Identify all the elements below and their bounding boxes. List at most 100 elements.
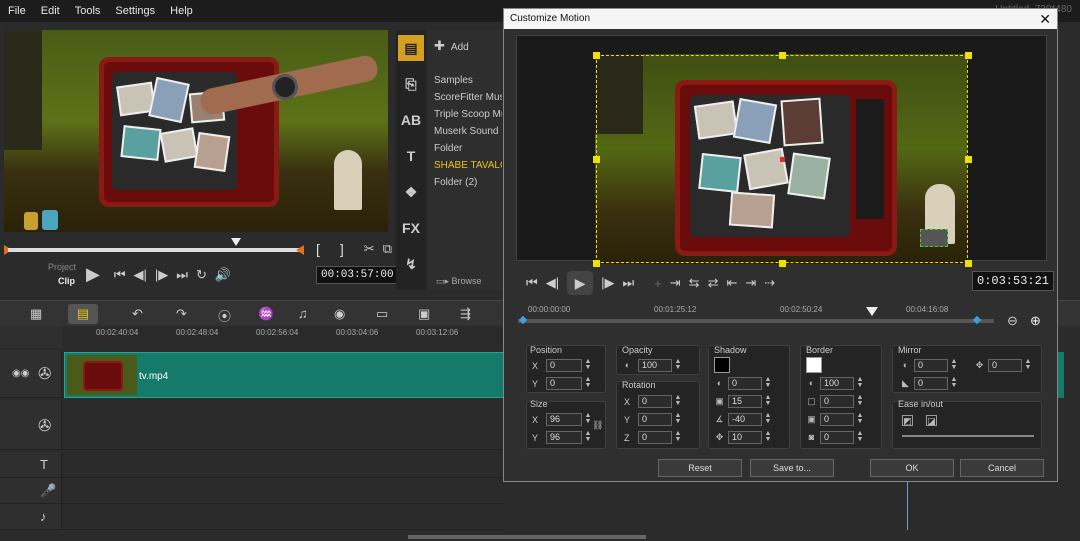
media-icon[interactable]: ▤ — [398, 35, 424, 61]
instant-project-icon[interactable]: ⎘ — [398, 71, 424, 97]
library-item[interactable]: Folder — [428, 140, 502, 157]
sound-mixer-icon[interactable]: ♒ — [258, 306, 274, 322]
end-icon[interactable]: ⏭ — [176, 267, 188, 283]
spinner[interactable]: ▲ ▼ — [855, 430, 865, 444]
spinner[interactable]: ▲ ▼ — [583, 430, 593, 444]
border-round-field[interactable]: 0 — [820, 431, 854, 444]
mark-in-button[interactable]: [ — [316, 241, 320, 257]
title-t-icon[interactable]: T — [398, 143, 424, 169]
spinner[interactable]: ▲ ▼ — [763, 394, 773, 408]
spinner[interactable]: ▲ ▼ — [583, 376, 593, 390]
menu-tools[interactable]: Tools — [75, 5, 101, 17]
undo-icon[interactable]: ↶ — [132, 306, 143, 322]
title-ab-icon[interactable]: AB — [398, 107, 424, 133]
fx-icon[interactable]: FX — [398, 215, 424, 241]
resize-handle[interactable] — [965, 156, 972, 163]
motion-tracking-icon[interactable]: ◉ — [334, 306, 345, 322]
position-x-field[interactable]: 0 — [546, 359, 582, 372]
project-mode-label[interactable]: Project — [48, 262, 76, 272]
reset-button[interactable]: Reset — [658, 459, 742, 477]
timeline-scrollbar[interactable] — [408, 535, 646, 539]
spinner[interactable]: ▲ ▼ — [949, 376, 959, 390]
border-opacity-field[interactable]: 100 — [820, 377, 854, 390]
time-remapping-icon[interactable]: ⇶ — [460, 306, 471, 322]
border-blur-field[interactable]: 0 — [820, 413, 854, 426]
position-y-field[interactable]: 0 — [546, 377, 582, 390]
spinner[interactable]: ▲ ▼ — [583, 358, 593, 372]
menu-help[interactable]: Help — [170, 5, 193, 17]
previous-frame-icon[interactable]: ◀| — [134, 267, 147, 283]
copy-icon[interactable]: ⧉ — [383, 241, 392, 257]
auto-music-icon[interactable]: ♫ — [298, 306, 308, 321]
end-icon[interactable]: ⏭ — [622, 275, 634, 291]
menu-file[interactable]: File — [8, 5, 26, 17]
timeline-view-icon[interactable]: ▤ — [68, 304, 98, 324]
shadow-box[interactable] — [920, 229, 948, 247]
home-icon[interactable]: ⏮ — [526, 275, 538, 291]
spinner[interactable]: ▲ ▼ — [673, 412, 683, 426]
seek-end-marker[interactable] — [296, 245, 304, 255]
add-folder-row[interactable]: ✚ Add — [428, 30, 502, 62]
opacity-field[interactable]: 100 — [638, 359, 672, 372]
motion-preview[interactable] — [516, 35, 1047, 267]
shadow-color-swatch[interactable] — [714, 357, 730, 373]
spinner[interactable]: ▲ ▼ — [855, 376, 865, 390]
play-icon[interactable]: ▶ — [567, 271, 594, 295]
size-x-field[interactable]: 96 — [546, 413, 582, 426]
redo-icon[interactable]: ↷ — [176, 306, 187, 322]
repeat-icon[interactable]: ↻ — [196, 267, 207, 283]
zoom-out-icon[interactable]: ⊖ — [1007, 313, 1018, 329]
resize-handle[interactable] — [593, 260, 600, 267]
seek-bar[interactable] — [8, 248, 300, 252]
video-clip[interactable]: tv.mp4 — [64, 352, 504, 398]
scissors-icon[interactable]: ✂ — [364, 241, 375, 257]
cancel-button[interactable]: Cancel — [960, 459, 1044, 477]
resize-handle[interactable] — [779, 52, 786, 59]
volume-icon[interactable]: 🔊 — [215, 267, 231, 283]
storyboard-view-icon[interactable]: ▦ — [30, 306, 42, 322]
goto-keyframe-icon[interactable]: ⇢ — [764, 275, 775, 291]
multi-camera-icon[interactable]: ▣ — [418, 306, 430, 322]
menu-settings[interactable]: Settings — [115, 5, 155, 17]
mirror-distance-field[interactable]: 0 — [988, 359, 1022, 372]
resize-handle[interactable] — [593, 156, 600, 163]
track-visibility-icon[interactable]: ◉◉ — [12, 368, 29, 379]
library-item[interactable]: Muserk Sound Effects — [428, 123, 502, 140]
spinner[interactable]: ▲ ▼ — [763, 412, 773, 426]
spinner[interactable]: ▲ ▼ — [949, 358, 959, 372]
resize-handle[interactable] — [965, 260, 972, 267]
next-frame-icon[interactable]: |▶ — [601, 275, 614, 291]
spinner[interactable]: ▲ ▼ — [763, 376, 773, 390]
library-item-selected[interactable]: SHABE TAVALOD — [428, 157, 502, 174]
player-timecode[interactable]: 00:03:57:00 — [316, 266, 399, 284]
shadow-distance-field[interactable]: 10 — [728, 431, 762, 444]
library-item[interactable]: Triple Scoop Music — [428, 106, 502, 123]
mark-out-button[interactable]: ] — [340, 241, 344, 257]
browse-button[interactable]: ▭▸ Browse — [436, 276, 482, 287]
record-capture-icon[interactable]: ⦿ — [218, 306, 231, 325]
graphic-icon[interactable]: ❖ — [398, 179, 424, 205]
play-icon[interactable]: ▶ — [86, 264, 100, 285]
spinner[interactable]: ▲ ▼ — [855, 412, 865, 426]
clip-mode-label[interactable]: Clip — [58, 276, 75, 286]
size-y-field[interactable]: 96 — [546, 431, 582, 444]
spinner[interactable]: ▲ ▼ — [673, 430, 683, 444]
dialog-timecode[interactable]: 0:03:53:21 — [972, 271, 1055, 291]
move-right-icon[interactable]: ⇥ — [745, 275, 756, 291]
rotation-z-field[interactable]: 0 — [638, 431, 672, 444]
close-icon[interactable]: ✕ — [1039, 11, 1051, 28]
spinner[interactable]: ▲ ▼ — [673, 358, 683, 372]
ok-button[interactable]: OK — [870, 459, 954, 477]
track-manager[interactable] — [0, 326, 62, 348]
library-item[interactable]: Samples — [428, 72, 502, 89]
timeline-ruler[interactable]: 00:02:40:04 00:02:48:04 00:02:56:04 00:0… — [64, 326, 504, 344]
subtitle-editor-icon[interactable]: ▭ — [376, 306, 388, 322]
shadow-angle-field[interactable]: -40 — [728, 413, 762, 426]
add-keyframe-icon[interactable]: + — [654, 276, 662, 291]
library-item[interactable]: ScoreFitter Music — [428, 89, 502, 106]
border-width-field[interactable]: 0 — [820, 395, 854, 408]
spinner[interactable]: ▲ ▼ — [763, 430, 773, 444]
spinner[interactable]: ▲ ▼ — [673, 394, 683, 408]
resize-handle[interactable] — [593, 52, 600, 59]
ease-slider[interactable] — [902, 435, 1034, 437]
